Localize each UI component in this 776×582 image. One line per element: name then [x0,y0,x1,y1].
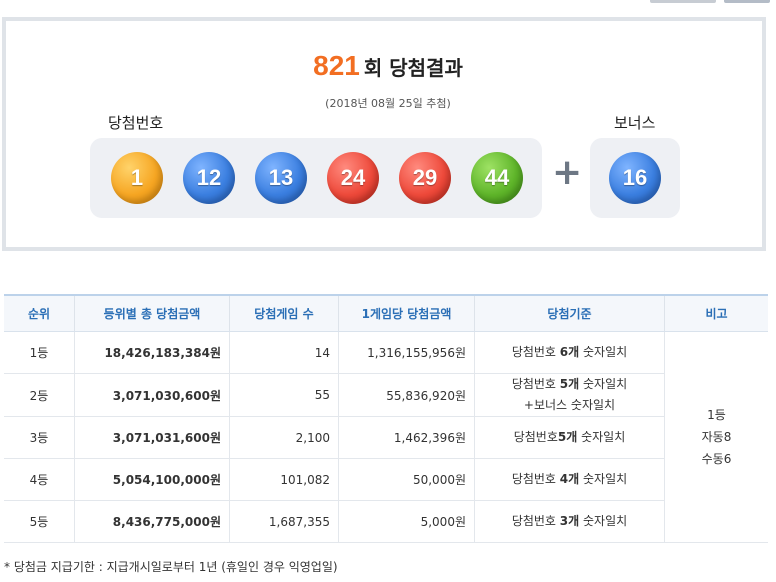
draw-date: (2018년 08월 25일 추첨) [325,97,451,110]
winner-count-cell: 2,100 [229,416,339,459]
winning-numbers-label: 당첨번호 [108,114,164,132]
plus-icon: + [552,152,583,193]
total-prize-cell: 18,426,183,384원 [74,331,230,374]
winning-ball: 24 [327,152,379,204]
criteria-cell: 당첨번호 3개 숫자일치 [474,500,665,543]
table-row: 2등 3,071,030,600원 55 55,836,920원 당첨번호 5개… [4,373,768,417]
total-prize-cell: 3,071,031,600원 [74,416,230,459]
rank-cell: 1등 [4,331,75,374]
table-row: 5등 8,436,775,000원 1,687,355 5,000원 당첨번호 … [4,500,768,543]
bonus-number-panel: 16 [590,138,680,218]
winning-ball: 44 [471,152,523,204]
draw-title-suffix: 회 당첨결과 [363,56,463,80]
winner-count-cell: 14 [229,331,339,374]
winning-ball: 13 [255,152,307,204]
total-prize-cell: 5,054,100,000원 [74,458,230,501]
draw-round: 821 [313,50,360,81]
criteria-cell: 당첨번호 5개 숫자일치 +보너스 숫자일치 [474,373,665,417]
note-cell: 1등 자동8 수동6 [664,331,768,543]
per-game-prize-cell: 1,316,155,956원 [338,331,475,374]
criteria-cell: 당첨번호5개 숫자일치 [474,416,665,459]
rank-cell: 2등 [4,373,75,417]
table-row: 4등 5,054,100,000원 101,082 50,000원 당첨번호 4… [4,458,768,501]
winning-numbers-panel: 1 12 13 24 29 44 [90,138,542,218]
criteria-cell: 당첨번호 4개 숫자일치 [474,458,665,501]
rank-cell: 5등 [4,500,75,543]
total-prize-cell: 3,071,030,600원 [74,373,230,417]
top-search-input[interactable] [650,0,716,3]
per-game-prize-cell: 5,000원 [338,500,475,543]
prize-table-header: 순위 등위별 총 당첨금액 당첨게임 수 1게임당 당첨금액 당첨기준 비고 [4,294,768,332]
rank-cell: 3등 [4,416,75,459]
col-total-prize: 등위별 총 당첨금액 [74,294,230,332]
winning-ball: 29 [399,152,451,204]
winner-count-cell: 1,687,355 [229,500,339,543]
col-per-game-prize: 1게임당 당첨금액 [338,294,475,332]
criteria-cell: 당첨번호 6개 숫자일치 [474,331,665,374]
per-game-prize-cell: 50,000원 [338,458,475,501]
draw-title: 821 회 당첨결과 [0,50,776,82]
col-criteria: 당첨기준 [474,294,665,332]
table-row: 1등 18,426,183,384원 14 1,316,155,956원 당첨번… [4,331,768,543]
payment-deadline-note: * 당첨금 지급기한 : 지급개시일로부터 1년 (휴일인 경우 익영업일) [4,560,338,574]
prize-table: 순위 등위별 총 당첨금액 당첨게임 수 1게임당 당첨금액 당첨기준 비고 1… [4,294,768,543]
winner-count-cell: 55 [229,373,339,417]
bonus-number-label: 보너스 [614,114,656,132]
per-game-prize-cell: 55,836,920원 [338,373,475,417]
winning-ball: 12 [183,152,235,204]
top-search-button[interactable] [724,0,770,3]
table-row: 3등 3,071,031,600원 2,100 1,462,396원 당첨번호5… [4,416,768,459]
col-rank: 순위 [4,294,75,332]
winner-count-cell: 101,082 [229,458,339,501]
winning-ball: 1 [111,152,163,204]
total-prize-cell: 8,436,775,000원 [74,500,230,543]
per-game-prize-cell: 1,462,396원 [338,416,475,459]
col-note: 비고 [664,294,768,332]
rank-cell: 4등 [4,458,75,501]
col-winner-count: 당첨게임 수 [229,294,339,332]
bonus-ball: 16 [609,152,661,204]
